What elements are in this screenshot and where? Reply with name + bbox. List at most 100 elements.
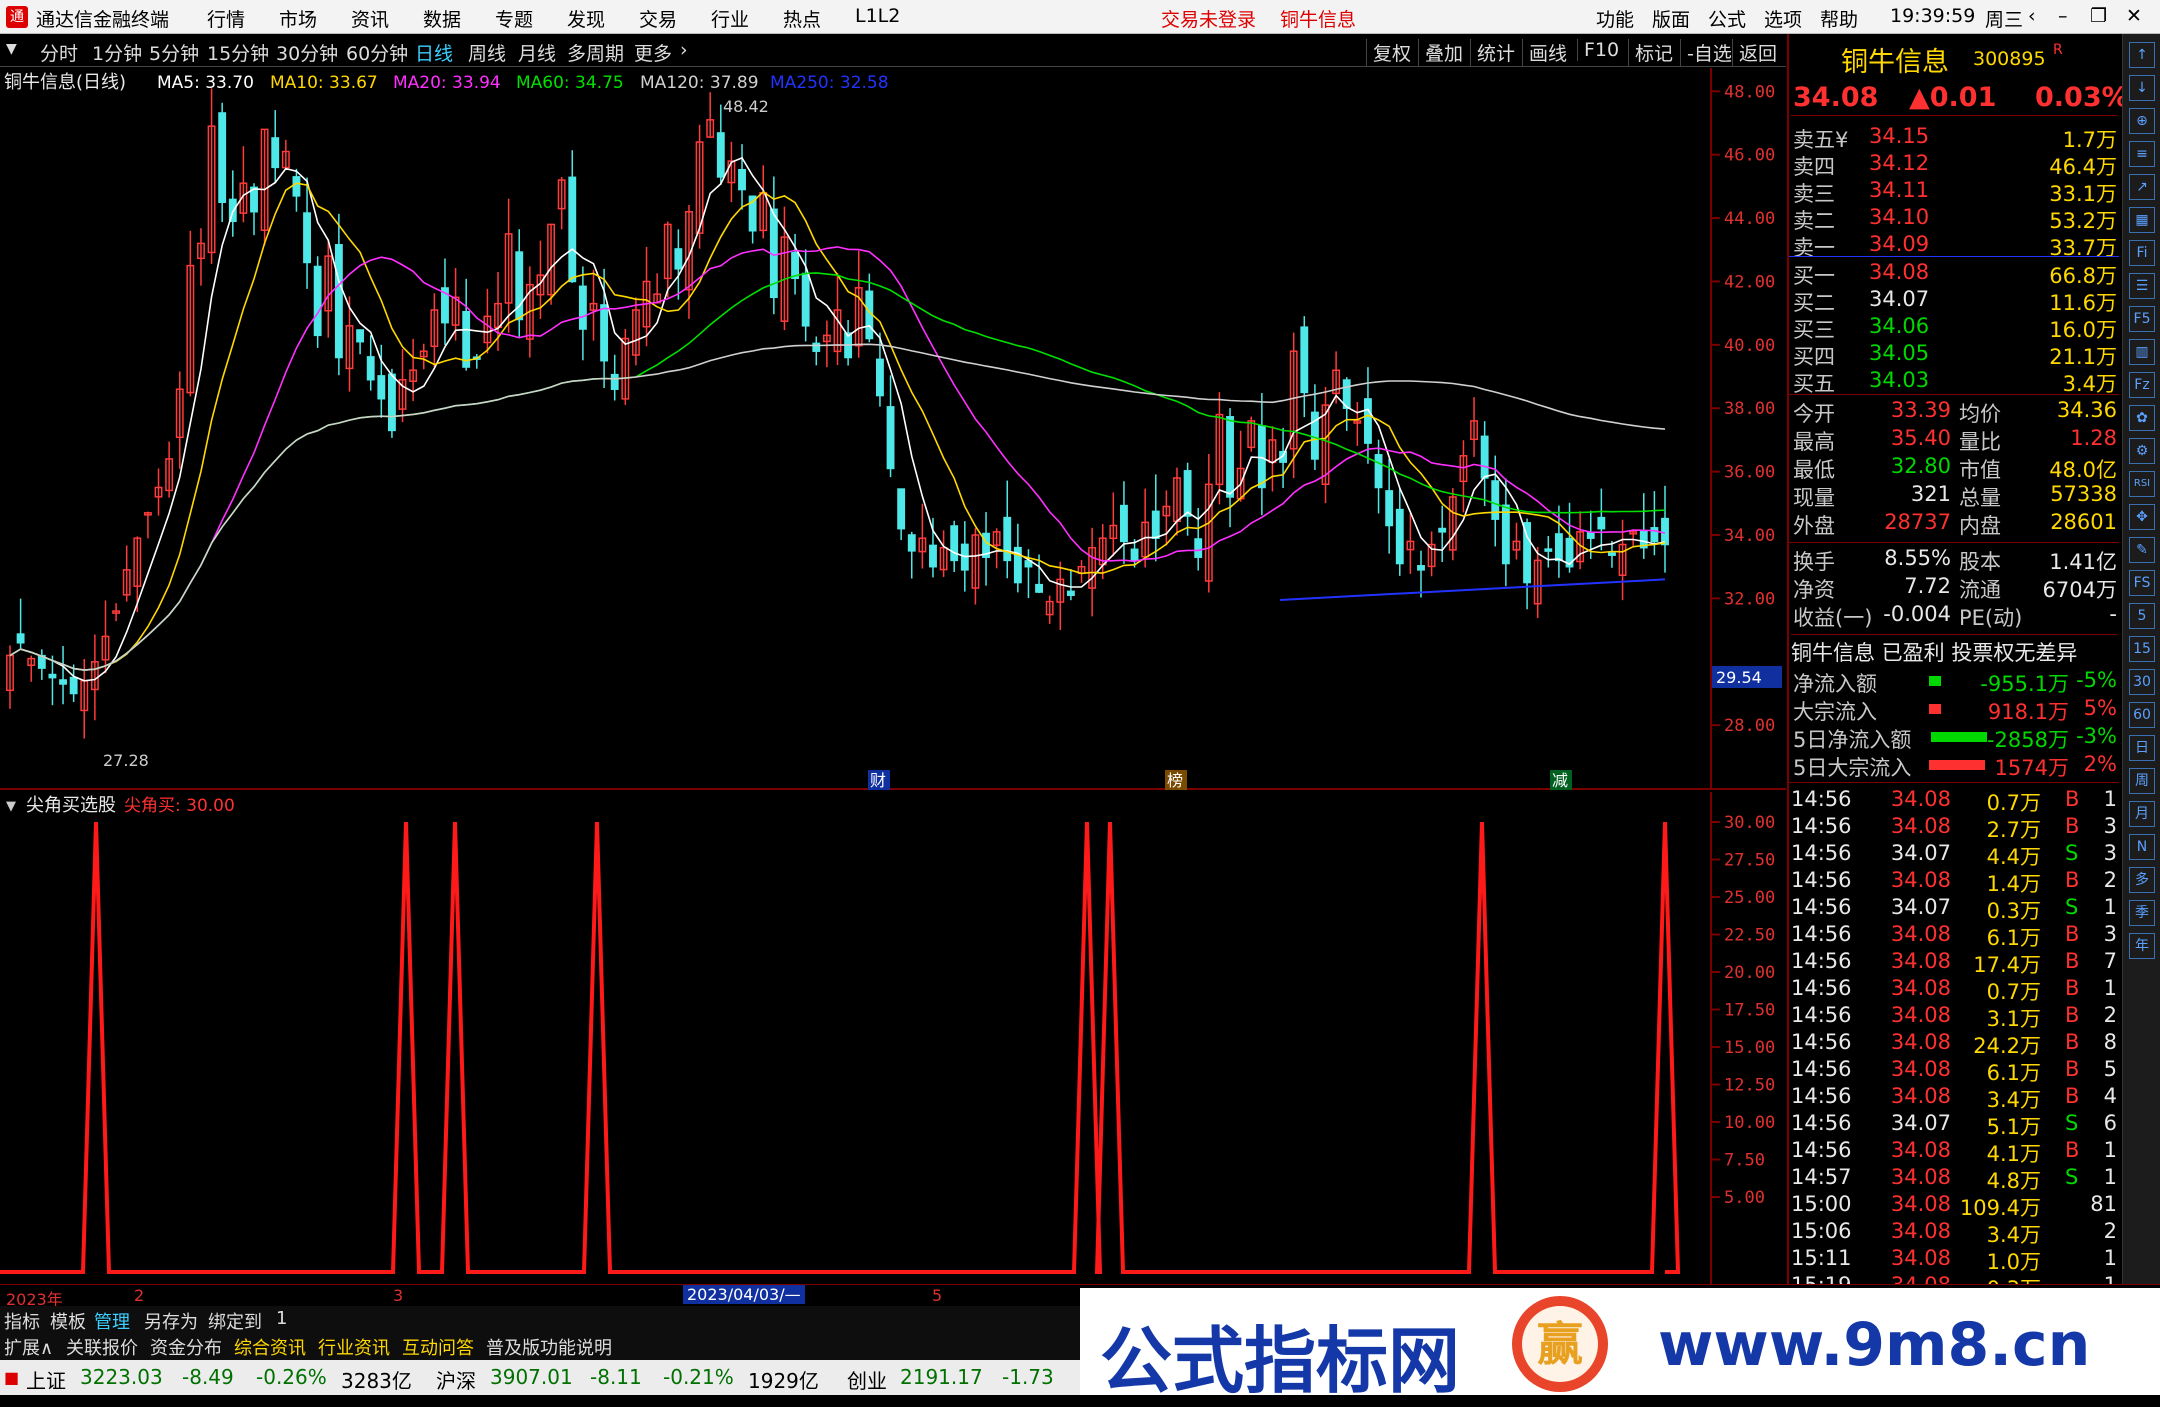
period-daily[interactable]: 日线 [415,39,453,66]
tick-volume: 4.1万 [1986,1142,2041,1166]
hs-label[interactable]: 沪深 [436,1365,476,1394]
period-multi[interactable]: 多周期 [567,39,624,66]
menu-trade[interactable]: 交易 [639,5,677,32]
side-tool-icon[interactable]: ✎ [2129,537,2155,563]
mark-button[interactable]: 标记 [1628,39,1673,66]
tab-related-quote[interactable]: 关联报价 [66,1334,138,1360]
side-tool-icon[interactable]: 30 [2129,669,2155,695]
side-tool-icon[interactable]: ☰ [2129,273,2155,299]
indicator-chart[interactable]: 30.00 27.50 25.00 22.50 20.00 17.50 15.00 12.50… [0,792,1786,1284]
menu-function[interactable]: 功能 [1596,5,1634,32]
collapse-icon[interactable]: ▼ [6,799,16,814]
side-tool-icon[interactable]: 季 [2129,900,2155,926]
flow-key: 大宗流入 [1793,700,1877,724]
sh-label[interactable]: 上证 [26,1365,66,1394]
chevron-right-icon[interactable]: › [680,39,688,61]
tab-interactive-qa[interactable]: 互动问答 [402,1334,474,1360]
candle-body [59,679,67,685]
tick-row: 14:56 34.08 1.4万 B 2 [1791,868,2117,896]
menu-options[interactable]: 选项 [1764,5,1802,32]
menu-discover[interactable]: 发现 [567,5,605,32]
tick-count: 1 [2103,976,2117,1000]
side-tool-icon[interactable]: F5 [2129,306,2155,332]
period-monthly[interactable]: 月线 [518,39,556,66]
side-tool-icon[interactable]: 15 [2129,636,2155,662]
side-tool-icon[interactable]: ▦ [2129,207,2155,233]
side-tool-icon[interactable]: 5 [2129,603,2155,629]
side-tool-icon[interactable]: ≡ [2129,141,2155,167]
menu-layout[interactable]: 版面 [1652,5,1690,32]
watchlist-button[interactable]: -自选 [1680,39,1732,66]
period-1min[interactable]: 1分钟 [92,39,142,66]
tick-volume: 3.1万 [1986,1007,2041,1031]
side-tool-icon[interactable]: 周 [2129,768,2155,794]
tab-indicator[interactable]: 指标 [4,1308,40,1334]
side-tool-icon[interactable]: ↓ [2129,75,2155,101]
tab-expand[interactable]: 扩展∧ [4,1334,53,1360]
side-tool-icon[interactable]: 月 [2129,801,2155,827]
menu-industry[interactable]: 行业 [711,5,749,32]
menu-news[interactable]: 资讯 [351,5,389,32]
tab-bind-to[interactable]: 绑定到 [208,1308,262,1334]
tab-page-number[interactable]: 1 [276,1308,287,1329]
tab-general-news[interactable]: 综合资讯 [234,1334,306,1360]
menu-data[interactable]: 数据 [423,5,461,32]
side-tool-icon[interactable]: 多 [2129,867,2155,893]
adjust-button[interactable]: 复权 [1366,39,1411,66]
side-tool-icon[interactable]: ⚙ [2129,438,2155,464]
side-tool-icon[interactable]: 60 [2129,702,2155,728]
stat-row: 净资 7.72 流通 6704万 [1791,574,2117,602]
side-tool-icon[interactable]: Fz [2129,372,2155,398]
tab-help[interactable]: 普及版功能说明 [486,1334,612,1360]
side-tool-icon[interactable]: ✿ [2129,405,2155,431]
side-tool-icon[interactable]: 日 [2129,735,2155,761]
side-tool-icon[interactable]: 年 [2129,933,2155,959]
minimize-icon[interactable]: – [2058,5,2068,27]
side-tool-icon[interactable]: ⊕ [2129,108,2155,134]
sh-change: -8.49 [182,1365,234,1389]
menu-help[interactable]: 帮助 [1820,5,1858,32]
back-arrow-icon[interactable]: ‹ [2028,5,2036,27]
tab-template[interactable]: 模板 [50,1308,86,1334]
side-tool-icon[interactable]: ▥ [2129,339,2155,365]
indicator-tick: 15.00 [1724,1038,1775,1058]
side-tool-icon[interactable]: FS [2129,570,2155,596]
menu-formula[interactable]: 公式 [1708,5,1746,32]
side-tool-icon[interactable]: Fi [2129,240,2155,266]
tab-manage[interactable]: 管理 [94,1308,130,1334]
period-30min[interactable]: 30分钟 [276,39,338,66]
menu-quotes[interactable]: 行情 [207,5,245,32]
tab-fund-distribution[interactable]: 资金分布 [150,1334,222,1360]
close-icon[interactable]: ✕ [2126,5,2142,27]
menu-market[interactable]: 市场 [279,5,317,32]
cy-label[interactable]: 创业 [847,1365,887,1394]
price-change-pct: 0.03% [2035,82,2129,113]
period-more[interactable]: 更多 [634,39,672,66]
side-tool-icon[interactable]: RSI [2129,471,2155,497]
ask-price: 34.15 [1869,124,1930,148]
overlay-button[interactable]: 叠加 [1418,39,1463,66]
side-tool-icon[interactable]: ↑ [2129,42,2155,68]
period-5min[interactable]: 5分钟 [149,39,199,66]
f10-button[interactable]: F10 [1577,39,1619,61]
menu-hot[interactable]: 热点 [783,5,821,32]
period-intraday[interactable]: 分时 [40,39,78,66]
menu-l1l2[interactable]: L1L2 [855,5,900,27]
side-tool-icon[interactable]: ✥ [2129,504,2155,530]
side-tool-icon[interactable]: N [2129,834,2155,860]
tab-industry-news[interactable]: 行业资讯 [318,1334,390,1360]
period-weekly[interactable]: 周线 [468,39,506,66]
back-button[interactable]: 返回 [1732,39,1777,66]
side-tool-icon[interactable]: ↗ [2129,174,2155,200]
draw-button[interactable]: 画线 [1522,39,1567,66]
period-60min[interactable]: 60分钟 [346,39,408,66]
dropdown-icon[interactable]: ▼ [6,41,17,57]
candlestick-chart[interactable]: 48.00 46.00 44.00 42.00 40.00 38.00 36.00 34.00… [0,68,1786,790]
menu-topics[interactable]: 专题 [495,5,533,32]
period-15min[interactable]: 15分钟 [207,39,269,66]
restore-icon[interactable]: ❐ [2090,5,2107,27]
tick-count: 8 [2103,1030,2117,1054]
login-status[interactable]: 交易未登录 [1161,5,1256,32]
tab-save-as[interactable]: 另存为 [144,1308,198,1334]
stats-button[interactable]: 统计 [1470,39,1515,66]
